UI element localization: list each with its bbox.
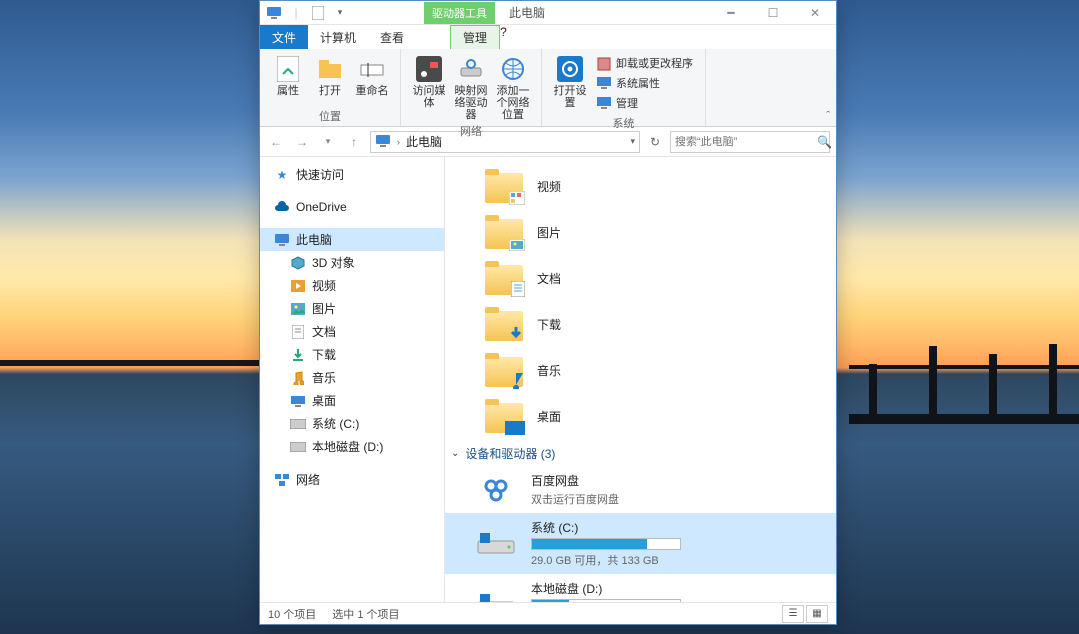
search-icon[interactable]: 🔍 bbox=[817, 135, 832, 149]
maximize-button[interactable]: ☐ bbox=[752, 1, 794, 25]
folder-图片[interactable]: 图片 bbox=[445, 209, 836, 255]
sidebar-item-桌面[interactable]: 桌面 bbox=[260, 389, 444, 412]
overlay-icon bbox=[509, 191, 525, 205]
sidebar-item-thispc[interactable]: 此电脑 bbox=[260, 228, 444, 251]
folder-桌面[interactable]: 桌面 bbox=[445, 393, 836, 439]
folder-icon bbox=[290, 370, 306, 386]
folder-icon bbox=[290, 255, 306, 271]
overlay-icon bbox=[509, 239, 525, 251]
folder-视频[interactable]: 视频 bbox=[445, 163, 836, 209]
contextual-tab-drivetools[interactable]: 驱动器工具 bbox=[424, 2, 495, 24]
ribbon-rename[interactable]: 重命名 bbox=[352, 53, 392, 106]
sidebar-item-系统 (C:)[interactable]: 系统 (C:) bbox=[260, 412, 444, 435]
refresh-button[interactable]: ↻ bbox=[646, 135, 664, 149]
ribbon-group-position: 位置 bbox=[268, 106, 392, 124]
folder-icon bbox=[290, 324, 306, 340]
ribbon-add-netloc[interactable]: 添加一个网络位置 bbox=[493, 53, 533, 121]
sidebar-item-network[interactable]: 网络 bbox=[260, 468, 444, 491]
drive-本地磁盘 (D:)[interactable]: 本地磁盘 (D:)74.8 GB 可用，共 99.8 GB bbox=[445, 574, 836, 602]
sidebar-item-下载[interactable]: 下载 bbox=[260, 343, 444, 366]
drive-icon bbox=[475, 588, 517, 603]
file-explorer-window: | ▾ 驱动器工具 此电脑 ━ ☐ ✕ 文件 计算机 查看 管理 ? 属性 bbox=[259, 0, 837, 625]
star-icon: ★ bbox=[274, 167, 290, 183]
qat-sep-icon: | bbox=[288, 5, 304, 21]
overlay-icon bbox=[505, 421, 525, 435]
folder-icon bbox=[290, 301, 306, 317]
nav-forward-button[interactable]: → bbox=[292, 132, 312, 152]
folder-icon bbox=[290, 347, 306, 363]
overlay-icon bbox=[511, 281, 525, 297]
status-item-count: 10 个项目 bbox=[268, 606, 316, 622]
folder-文档[interactable]: 文档 bbox=[445, 255, 836, 301]
close-button[interactable]: ✕ bbox=[794, 1, 836, 25]
tab-manage[interactable]: 管理 bbox=[450, 25, 500, 49]
titlebar: | ▾ 驱动器工具 此电脑 ━ ☐ ✕ bbox=[260, 1, 836, 25]
sidebar-item-图片[interactable]: 图片 bbox=[260, 297, 444, 320]
minimize-button[interactable]: ━ bbox=[710, 1, 752, 25]
folder-音乐[interactable]: 音乐 bbox=[445, 347, 836, 393]
ribbon-access-media[interactable]: 访问媒体 bbox=[409, 53, 449, 121]
drives-group-header[interactable]: ⌄ 设备和驱动器 (3) bbox=[445, 439, 836, 466]
thispc-icon bbox=[375, 134, 391, 150]
network-icon bbox=[274, 472, 290, 488]
sidebar-item-3D 对象[interactable]: 3D 对象 bbox=[260, 251, 444, 274]
overlay-icon bbox=[507, 325, 525, 343]
folder-icon bbox=[290, 393, 306, 409]
status-selected-count: 选中 1 个项目 bbox=[332, 606, 399, 622]
sidebar-item-文档[interactable]: 文档 bbox=[260, 320, 444, 343]
address-bar: ← → ▾ ↑ › 此电脑 ▾ ↻ 🔍 bbox=[260, 127, 836, 157]
ribbon-uninstall[interactable]: 卸载或更改程序 bbox=[592, 55, 697, 73]
sidebar-item-视频[interactable]: 视频 bbox=[260, 274, 444, 297]
search-box[interactable]: 🔍 bbox=[670, 131, 830, 153]
tab-computer[interactable]: 计算机 bbox=[308, 25, 368, 49]
chevron-down-icon: ⌄ bbox=[451, 448, 459, 459]
ribbon-open-settings[interactable]: 打开设置 bbox=[550, 53, 590, 113]
ribbon-group-network: 网络 bbox=[409, 121, 533, 139]
folder-icon bbox=[290, 439, 306, 455]
ribbon-tabs: 文件 计算机 查看 管理 ? bbox=[260, 25, 836, 49]
search-input[interactable] bbox=[675, 136, 817, 148]
ribbon-properties[interactable]: 属性 bbox=[268, 53, 308, 106]
drive-百度网盘[interactable]: 百度网盘双击运行百度网盘 bbox=[445, 466, 836, 513]
overlay-icon bbox=[511, 371, 525, 389]
sidebar-item-本地磁盘 (D:)[interactable]: 本地磁盘 (D:) bbox=[260, 435, 444, 458]
folder-icon bbox=[290, 278, 306, 294]
ribbon-group-system: 系统 bbox=[550, 113, 697, 131]
view-large-button[interactable]: ▦ bbox=[806, 605, 828, 623]
address-dropdown-icon[interactable]: ▾ bbox=[630, 136, 635, 147]
content-pane: 视频图片文档下载音乐桌面 ⌄ 设备和驱动器 (3) 百度网盘双击运行百度网盘系统… bbox=[445, 157, 836, 602]
qat-doc-icon[interactable] bbox=[310, 5, 326, 21]
nav-up-button[interactable]: ↑ bbox=[344, 132, 364, 152]
drive-icon bbox=[475, 527, 517, 561]
sidebar-item-onedrive[interactable]: OneDrive bbox=[260, 196, 444, 218]
drive-icon bbox=[475, 473, 517, 507]
folder-icon bbox=[290, 416, 306, 432]
sidebar: ★ 快速访问 OneDrive 此电脑 3D 对象视频图片文档下载音乐桌面系统 … bbox=[260, 157, 445, 602]
qat-dropdown-icon[interactable]: ▾ bbox=[332, 5, 348, 21]
sidebar-item-quickaccess[interactable]: ★ 快速访问 bbox=[260, 163, 444, 186]
thispc-icon bbox=[266, 5, 282, 21]
folder-下载[interactable]: 下载 bbox=[445, 301, 836, 347]
cloud-icon bbox=[274, 199, 290, 215]
sidebar-item-音乐[interactable]: 音乐 bbox=[260, 366, 444, 389]
ribbon-collapse-icon[interactable]: ˆ bbox=[826, 110, 830, 122]
drive-系统 (C:)[interactable]: 系统 (C:)29.0 GB 可用，共 133 GB bbox=[445, 513, 836, 574]
tab-file[interactable]: 文件 bbox=[260, 25, 308, 49]
window-title: 此电脑 bbox=[509, 4, 545, 21]
ribbon: 属性 打开 重命名 位置 访问媒体 bbox=[260, 49, 836, 127]
thispc-icon bbox=[274, 232, 290, 248]
help-icon[interactable]: ? bbox=[500, 25, 507, 49]
tab-view[interactable]: 查看 bbox=[368, 25, 416, 49]
view-details-button[interactable]: ☰ bbox=[782, 605, 804, 623]
nav-back-button[interactable]: ← bbox=[266, 132, 286, 152]
nav-history-dropdown[interactable]: ▾ bbox=[318, 132, 338, 152]
status-bar: 10 个项目 选中 1 个项目 ☰ ▦ bbox=[260, 602, 836, 624]
chevron-right-icon[interactable]: › bbox=[397, 137, 400, 147]
ribbon-manage[interactable]: 管理 bbox=[592, 95, 697, 113]
ribbon-sysprops[interactable]: 系统属性 bbox=[592, 75, 697, 93]
ribbon-open[interactable]: 打开 bbox=[310, 53, 350, 106]
ribbon-map-drive[interactable]: 映射网络驱动器 bbox=[451, 53, 491, 121]
